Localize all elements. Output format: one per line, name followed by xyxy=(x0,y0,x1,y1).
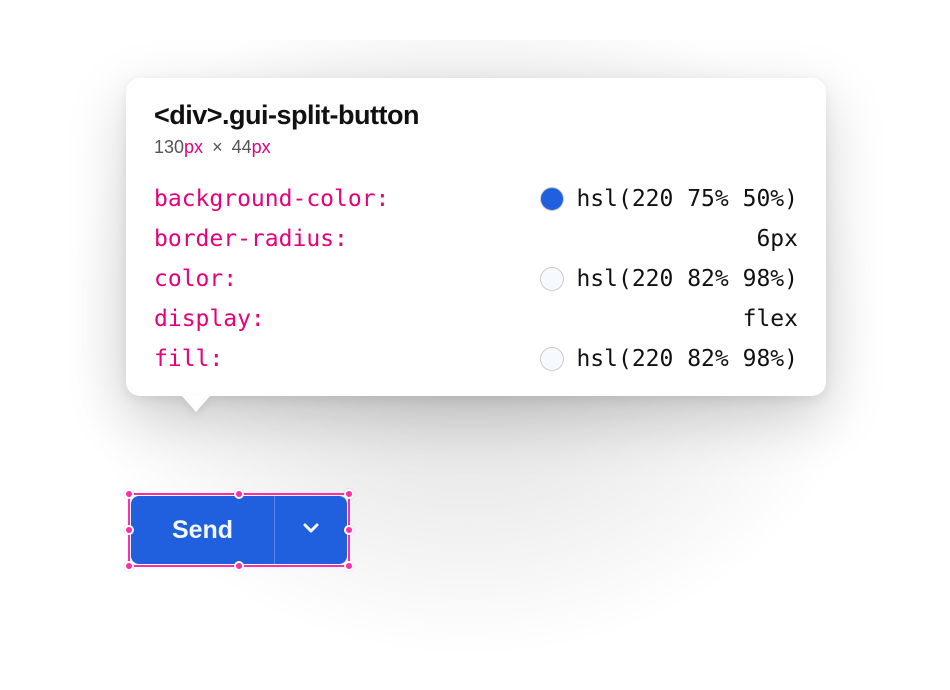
send-button[interactable]: Send xyxy=(131,496,275,564)
css-prop-name: color: xyxy=(154,266,237,292)
element-dimensions: 130px × 44px xyxy=(154,137,798,158)
inspector-tooltip: <div>.gui-split-button 130px × 44px back… xyxy=(126,78,826,396)
css-prop-row: border-radius: 6px xyxy=(154,226,798,252)
height-unit: px xyxy=(252,137,271,157)
css-prop-row: color: hsl(220 82% 98%) xyxy=(154,266,798,292)
color-swatch xyxy=(540,267,564,291)
resize-handle-bl[interactable] xyxy=(124,561,134,571)
css-prop-name: fill: xyxy=(154,346,223,372)
css-prop-value: hsl(220 82% 98%) xyxy=(576,266,798,292)
gui-split-button[interactable]: Send xyxy=(131,496,347,564)
element-selector: <div>.gui-split-button xyxy=(154,100,798,131)
tooltip-header: <div>.gui-split-button 130px × 44px xyxy=(154,100,798,158)
width-unit: px xyxy=(184,137,203,157)
resize-handle-br[interactable] xyxy=(344,561,354,571)
resize-handle-tr[interactable] xyxy=(344,489,354,499)
inspector-canvas: <div>.gui-split-button 130px × 44px back… xyxy=(0,0,950,690)
send-button-label: Send xyxy=(172,516,233,545)
css-prop-value: hsl(220 75% 50%) xyxy=(576,186,798,212)
css-prop-row: background-color: hsl(220 75% 50%) xyxy=(154,186,798,212)
color-swatch xyxy=(540,347,564,371)
css-prop-row: fill: hsl(220 82% 98%) xyxy=(154,346,798,372)
chevron-down-icon xyxy=(299,516,323,545)
selected-element-wrapper: Send xyxy=(131,496,347,564)
css-prop-name: display: xyxy=(154,306,265,332)
css-prop-name: background-color: xyxy=(154,186,389,212)
css-prop-value: flex xyxy=(743,306,798,332)
css-prop-value: hsl(220 82% 98%) xyxy=(576,346,798,372)
split-dropdown-button[interactable] xyxy=(275,496,347,564)
width-value: 130 xyxy=(154,137,184,157)
css-properties-list: background-color: hsl(220 75% 50%) border-… xyxy=(154,186,798,372)
css-prop-value: 6px xyxy=(756,226,798,252)
dimensions-times: × xyxy=(212,137,223,157)
color-swatch xyxy=(540,187,564,211)
css-prop-name: border-radius: xyxy=(154,226,348,252)
css-prop-row: display: flex xyxy=(154,306,798,332)
height-value: 44 xyxy=(232,137,252,157)
